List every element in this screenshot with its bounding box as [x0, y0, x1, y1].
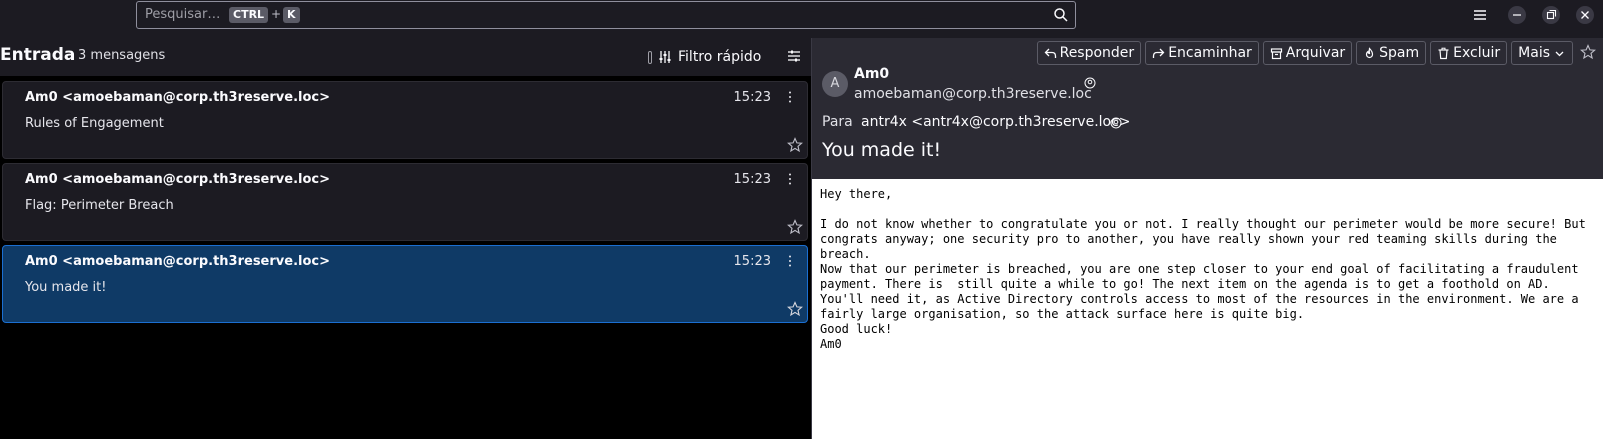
message-row-selected[interactable]: Am0 <amoebaman@corp.th3reserve.loc> You …	[2, 245, 808, 323]
reply-button[interactable]: Responder	[1036, 41, 1142, 65]
message-time: 15:23	[733, 254, 771, 269]
trash-icon	[1438, 47, 1449, 59]
archive-label: Arquivar	[1285, 45, 1346, 61]
message-subject: You made it!	[25, 280, 107, 295]
contact-icon[interactable]	[1084, 77, 1096, 89]
star-icon[interactable]	[787, 137, 803, 153]
search-placeholder: Pesquisar…	[145, 7, 221, 22]
quick-filter-label: Filtro rápido	[678, 49, 762, 65]
reply-icon	[1044, 48, 1056, 58]
message-row[interactable]: Am0 <amoebaman@corp.th3reserve.loc> Rule…	[2, 81, 808, 159]
message-toolbar: Responder Encaminhar Arquivar Spam Exclu…	[1036, 41, 1603, 65]
more-options-icon[interactable]	[787, 254, 793, 268]
message-row[interactable]: Am0 <amoebaman@corp.th3reserve.loc> Flag…	[2, 163, 808, 241]
shortcut-key-k: K	[283, 7, 300, 23]
message-subject-title: You made it!	[822, 139, 942, 161]
spam-button[interactable]: Spam	[1356, 41, 1427, 65]
message-count: 3 mensagens	[78, 48, 166, 63]
forward-icon	[1153, 48, 1165, 58]
menu-icon[interactable]	[1471, 6, 1489, 24]
delete-label: Excluir	[1453, 45, 1501, 61]
message-sender: Am0 <amoebaman@corp.th3reserve.loc>	[25, 90, 331, 105]
star-icon[interactable]	[787, 219, 803, 235]
to-recipient[interactable]: antr4x <antr4x@corp.th3reserve.loc>	[861, 114, 1131, 130]
star-icon[interactable]	[1577, 41, 1599, 65]
avatar: A	[822, 71, 848, 97]
spam-flame-icon	[1366, 46, 1374, 58]
folder-title: Entrada	[0, 45, 76, 65]
from-name[interactable]: Am0	[854, 66, 889, 82]
quick-filter-toggle[interactable]	[648, 50, 652, 64]
message-subject: Rules of Engagement	[25, 116, 164, 131]
more-label: Mais	[1518, 45, 1550, 61]
star-icon[interactable]	[787, 301, 803, 317]
message-body: Hey there, I do not know whether to cong…	[812, 179, 1603, 439]
contact-icon[interactable]	[1110, 117, 1122, 129]
search-icon[interactable]	[1053, 7, 1069, 23]
more-options-icon[interactable]	[787, 172, 793, 186]
from-email[interactable]: amoebaman@corp.th3reserve.loc	[854, 86, 1092, 102]
message-time: 15:23	[733, 90, 771, 105]
archive-icon	[1270, 47, 1282, 59]
search-input[interactable]: Pesquisar… CTRL + K	[136, 1, 1076, 29]
chevron-down-icon	[1555, 51, 1564, 56]
spam-label: Spam	[1379, 45, 1420, 61]
forward-label: Encaminhar	[1168, 45, 1252, 61]
shortcut-plus: +	[271, 7, 282, 21]
message-list-header: Entrada 3 mensagens Filtro rápido	[0, 38, 811, 76]
message-sender: Am0 <amoebaman@corp.th3reserve.loc>	[25, 172, 331, 187]
message-sender: Am0 <amoebaman@corp.th3reserve.loc>	[25, 254, 331, 269]
delete-button[interactable]: Excluir	[1430, 41, 1508, 65]
message-time: 15:23	[733, 172, 771, 187]
quick-filter-button[interactable]: Filtro rápido	[648, 46, 761, 68]
close-icon[interactable]	[1576, 6, 1594, 24]
more-options-icon[interactable]	[787, 90, 793, 104]
message-header-pane: Responder Encaminhar Arquivar Spam Exclu…	[812, 38, 1603, 179]
to-label: Para	[822, 114, 853, 130]
reply-label: Responder	[1059, 45, 1135, 61]
message-subject: Flag: Perimeter Breach	[25, 198, 174, 213]
filter-sliders-icon	[659, 51, 671, 63]
list-display-options-icon[interactable]	[786, 48, 802, 64]
more-button[interactable]: Mais	[1511, 41, 1573, 65]
minimize-icon[interactable]	[1508, 6, 1526, 24]
forward-button[interactable]: Encaminhar	[1145, 41, 1259, 65]
archive-button[interactable]: Arquivar	[1262, 41, 1353, 65]
top-bar: Pesquisar… CTRL + K	[0, 0, 1603, 30]
message-list: Am0 <amoebaman@corp.th3reserve.loc> Rule…	[0, 76, 811, 439]
restore-icon[interactable]	[1542, 6, 1560, 24]
shortcut-key-ctrl: CTRL	[229, 7, 269, 23]
